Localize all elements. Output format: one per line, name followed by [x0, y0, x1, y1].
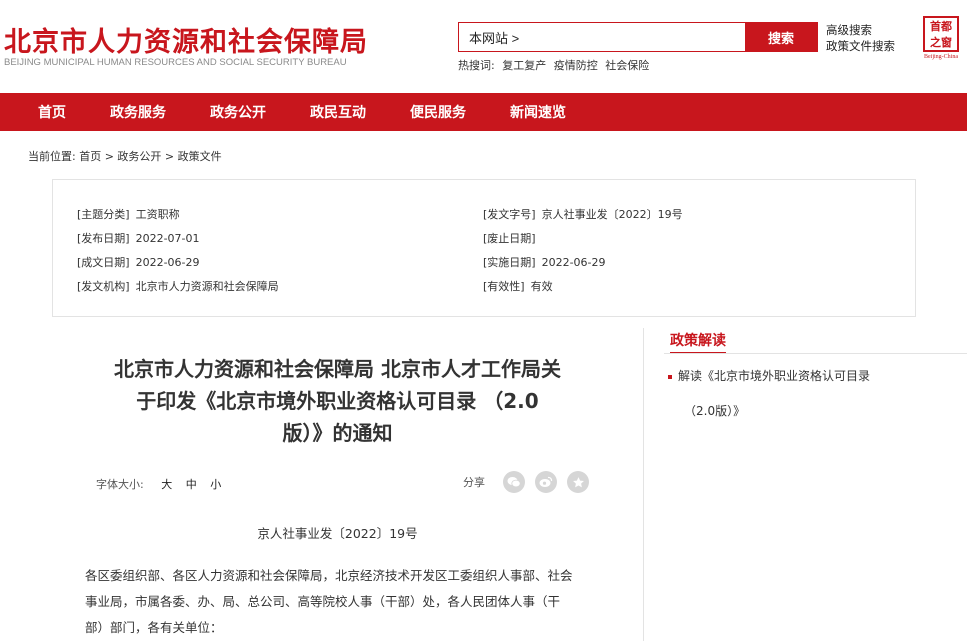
favorite-star-icon[interactable] [567, 471, 589, 493]
bullet-icon [668, 374, 672, 379]
meta-label: [发文字号] [483, 208, 536, 221]
document-metadata-box: [主题分类] 工资职称 [发文字号] 京人社事业发〔2022〕19号 [发布日期] 2… [52, 179, 916, 317]
site-title[interactable]: 北京市人力资源和社会保障局 [4, 20, 368, 59]
nav-item-news[interactable]: 新闻速览 [510, 102, 566, 122]
meta-validity: [有效性] 有效 [483, 278, 553, 294]
nav-item-convenience[interactable]: 便民服务 [410, 102, 466, 122]
nav-item-disclosure[interactable]: 政务公开 [210, 102, 266, 122]
meta-createdate: [成文日期] 2022-06-29 [77, 254, 200, 270]
hot-word-link[interactable]: 疫情防控 [554, 59, 598, 72]
hot-word-link[interactable]: 社会保险 [605, 59, 649, 72]
article-title-line: 北京市人力资源和社会保障局 北京市人才工作局关 [114, 357, 561, 381]
font-size-large-button[interactable]: 大 [161, 478, 172, 491]
article-paragraph-line: 事业局，市属各委、办、局、总公司、高等院校人事（干部）处，各人民团体人事（干 [85, 594, 561, 609]
seal-icon: 首都之窗 [923, 16, 959, 52]
article-title-line: 版）》的通知 [282, 421, 393, 445]
main-nav: 首页 政务服务 政务公开 政民互动 便民服务 新闻速览 [0, 93, 967, 131]
nav-item-home[interactable]: 首页 [38, 102, 66, 122]
meta-label: [成文日期] [77, 256, 130, 269]
meta-value: 工资职称 [135, 208, 180, 221]
meta-pubdate: [发布日期] 2022-07-01 [77, 230, 200, 246]
hot-words-label: 热搜词: [458, 59, 495, 72]
font-size-label: 字体大小: [96, 478, 144, 491]
article-paragraph-line: 部）部门，各有关单位： [85, 620, 223, 635]
meta-value: 有效 [530, 280, 553, 293]
meta-value: 2022-06-29 [135, 256, 200, 269]
nav-item-interaction[interactable]: 政民互动 [310, 102, 366, 122]
article-body: 各区委组织部、各区人力资源和社会保障局，北京经济技术开发区工委组织人事部、社会 … [85, 563, 590, 641]
weibo-icon[interactable] [535, 471, 557, 493]
wechat-icon[interactable] [503, 471, 525, 493]
meta-subject: [主题分类] 工资职称 [77, 206, 180, 222]
meta-label: [主题分类] [77, 208, 130, 221]
article-title: 北京市人力资源和社会保障局 北京市人才工作局关 于印发《北京市境外职业资格认可目… [80, 353, 595, 449]
policy-interpretation-title: 政策解读 [670, 330, 726, 354]
link-text-line: （2.0版）》 [684, 404, 746, 418]
article-title-line: 于印发《北京市境外职业资格认可目录 （2.0 [136, 389, 539, 413]
hot-words: 热搜词: 复工复产 疫情防控 社会保险 [458, 57, 653, 73]
meta-value: 北京市人力资源和社会保障局 [135, 280, 279, 293]
meta-abolish: [废止日期] [483, 230, 542, 246]
meta-value: 2022-06-29 [541, 256, 606, 269]
font-size-control: 字体大小: 大 中 小 [96, 476, 221, 492]
link-text-line: 解读《北京市境外职业资格认可目录 [678, 369, 871, 383]
meta-label: [废止日期] [483, 232, 536, 245]
hot-word-link[interactable]: 复工复产 [502, 59, 546, 72]
column-divider [643, 328, 644, 641]
search-box: 本网站 > 搜索 [458, 22, 818, 52]
font-size-medium-button[interactable]: 中 [186, 478, 197, 491]
meta-impldate: [实施日期] 2022-06-29 [483, 254, 606, 270]
sidebar-divider [664, 353, 967, 354]
meta-org: [发文机构] 北京市人力资源和社会保障局 [77, 278, 279, 294]
search-input[interactable]: 本网站 > [459, 23, 745, 51]
capital-window-logo[interactable]: 首都之窗 Beijing-China [920, 16, 962, 64]
site-subtitle: BEIJING MUNICIPAL HUMAN RESOURCES AND SO… [4, 57, 347, 68]
breadcrumb: 当前位置: 首页 > 政务公开 > 政策文件 [28, 150, 222, 163]
policy-interpretation-link[interactable]: 解读《北京市境外职业资格认可目录 （2.0版）》 [668, 359, 898, 429]
article-paragraph-line: 各区委组织部、各区人力资源和社会保障局，北京经济技术开发区工委组织人事部、社会 [85, 568, 573, 583]
meta-value: 京人社事业发〔2022〕19号 [541, 208, 683, 221]
meta-docno: [发文字号] 京人社事业发〔2022〕19号 [483, 206, 683, 222]
seal-en-text: Beijing-China [924, 54, 958, 60]
search-button[interactable]: 搜索 [745, 23, 817, 51]
meta-value: 2022-07-01 [135, 232, 200, 245]
document-number: 京人社事业发〔2022〕19号 [257, 526, 418, 541]
advanced-search-link[interactable]: 高级搜索 [826, 22, 895, 38]
meta-label: [发布日期] [77, 232, 130, 245]
meta-label: [有效性] [483, 280, 525, 293]
meta-label: [实施日期] [483, 256, 536, 269]
policy-search-link[interactable]: 政策文件搜索 [826, 38, 895, 54]
font-size-small-button[interactable]: 小 [210, 478, 221, 491]
meta-label: [发文机构] [77, 280, 130, 293]
share-label: 分享 [463, 476, 485, 489]
share-bar: 分享 [463, 471, 599, 493]
advanced-search-links: 高级搜索 政策文件搜索 [826, 22, 895, 54]
nav-item-services[interactable]: 政务服务 [110, 102, 166, 122]
